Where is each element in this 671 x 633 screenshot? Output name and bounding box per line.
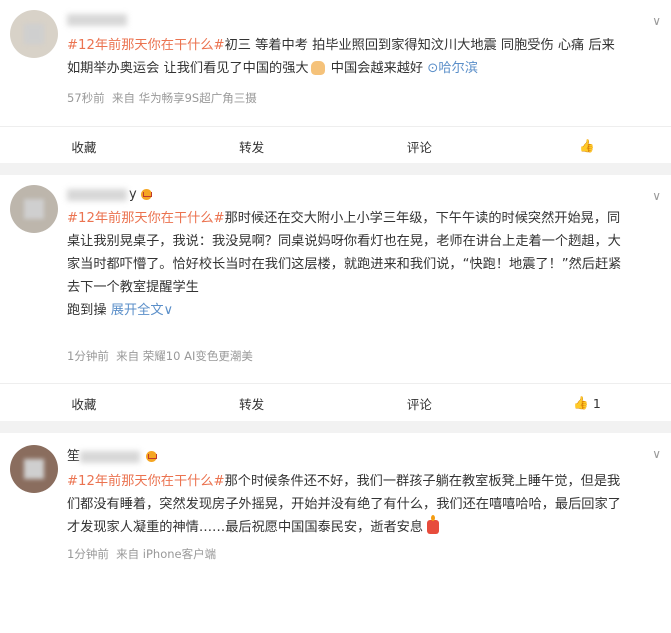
comment-button[interactable]: 评论: [336, 127, 504, 165]
avatar[interactable]: [10, 445, 58, 493]
post-meta: 57秒前 来自 华为畅享9S超广角三摄: [67, 91, 257, 105]
praying-hands-icon: [310, 61, 325, 75]
location-pin-icon: ⊙: [427, 61, 439, 76]
post-2: y ∨ #12年前那天你在干什么#那时候还在交大附小上小学三年级，下午午读的时候…: [0, 175, 671, 421]
post-1: ∨ #12年前那天你在干什么#初三 等着中考 拍毕业照回到家得知汶川大地震 同胞…: [0, 0, 671, 163]
candle-icon: [427, 515, 440, 534]
post-meta: 1分钟前 来自 荣耀10 AI变色更潮美: [67, 349, 253, 363]
action-bar: 收藏 转发 评论 👍: [0, 126, 671, 165]
chevron-down-icon[interactable]: ∨: [652, 14, 661, 28]
post-text: #12年前那天你在干什么#那时候还在交大附小上小学三年级，下午午读的时候突然开始…: [67, 211, 622, 318]
chevron-down-icon: ∨: [163, 303, 174, 318]
vip-crown-icon: [146, 451, 158, 462]
avatar[interactable]: [10, 185, 58, 233]
post-3: 笙 ∨ #12年前那天你在干什么#那个时候条件还不好，我们一群孩子躺在教室板凳上…: [0, 433, 671, 633]
like-button[interactable]: 👍 1: [503, 384, 671, 422]
location-link[interactable]: ⊙哈尔滨: [427, 61, 478, 76]
thumbs-up-icon: 👍: [573, 395, 589, 410]
hashtag[interactable]: #12年前那天你在干什么#: [67, 38, 225, 53]
repost-button[interactable]: 转发: [168, 127, 336, 165]
avatar[interactable]: [10, 10, 58, 58]
action-bar: 收藏 转发 评论 👍 1: [0, 383, 671, 422]
chevron-down-icon[interactable]: ∨: [652, 447, 661, 461]
user-name[interactable]: [67, 12, 129, 27]
hashtag[interactable]: #12年前那天你在干什么#: [67, 211, 225, 226]
chevron-down-icon[interactable]: ∨: [652, 189, 661, 203]
post-meta: 1分钟前 来自 iPhone客户端: [67, 547, 217, 561]
post-text: #12年前那天你在干什么#初三 等着中考 拍毕业照回到家得知汶川大地震 同胞受伤…: [67, 38, 615, 76]
user-name[interactable]: y: [67, 187, 152, 202]
expand-full-text-link[interactable]: 展开全文∨: [111, 303, 173, 318]
favorite-button[interactable]: 收藏: [0, 384, 168, 422]
vip-crown-icon: [140, 189, 152, 200]
hashtag[interactable]: #12年前那天你在干什么#: [67, 474, 225, 489]
user-name[interactable]: 笙: [67, 445, 158, 464]
thumbs-up-icon: 👍: [579, 138, 595, 153]
comment-button[interactable]: 评论: [336, 384, 504, 422]
favorite-button[interactable]: 收藏: [0, 127, 168, 165]
post-text: #12年前那天你在干什么#那个时候条件还不好，我们一群孩子躺在教室板凳上睡午觉，…: [67, 474, 621, 535]
repost-button[interactable]: 转发: [168, 384, 336, 422]
like-button[interactable]: 👍: [503, 127, 671, 165]
